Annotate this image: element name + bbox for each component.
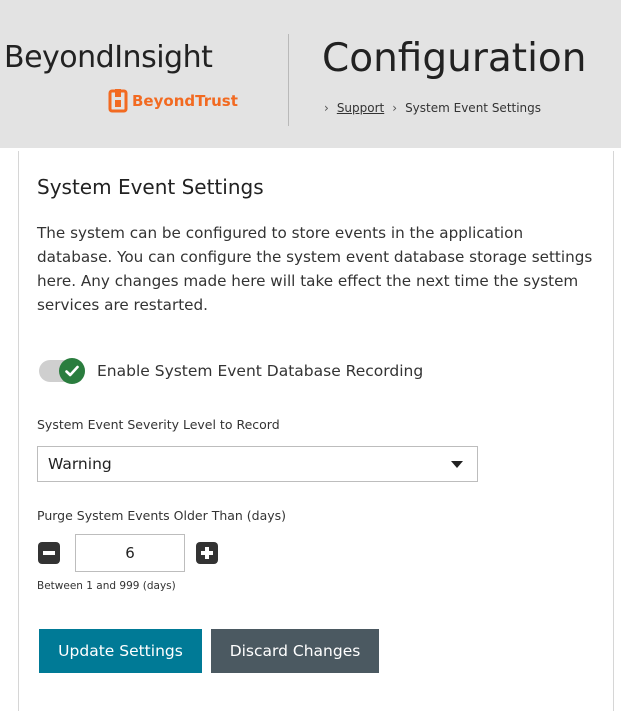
page-title: Configuration [322, 36, 587, 81]
update-settings-button[interactable]: Update Settings [39, 629, 202, 673]
settings-panel: System Event Settings The system can be … [18, 151, 614, 711]
purge-hint: Between 1 and 999 (days) [37, 580, 176, 592]
minus-icon [43, 551, 55, 555]
section-description: The system can be configured to store ev… [37, 224, 593, 314]
page-header: BeyondInsight BeyondTrust Configuration … [0, 0, 621, 148]
breadcrumb-link-support[interactable]: Support [337, 101, 384, 115]
caret-down-icon [451, 460, 463, 468]
logo-text: BeyondTrust [132, 92, 238, 110]
beyondtrust-logo: BeyondTrust [108, 89, 238, 113]
check-icon [59, 358, 85, 384]
recording-toggle[interactable] [39, 358, 85, 384]
discard-changes-button[interactable]: Discard Changes [211, 629, 379, 673]
severity-label: System Event Severity Level to Record [37, 417, 280, 432]
decrement-button[interactable] [38, 542, 60, 564]
recording-toggle-label: Enable System Event Database Recording [97, 362, 424, 380]
breadcrumb: › Support › System Event Settings [324, 101, 541, 115]
purge-days-input[interactable] [75, 534, 185, 572]
brand-title: BeyondInsight [4, 40, 213, 75]
purge-label: Purge System Events Older Than (days) [37, 508, 287, 523]
increment-button[interactable] [196, 542, 218, 564]
severity-selected-value: Warning [48, 455, 112, 473]
header-divider [288, 34, 289, 126]
severity-select[interactable]: Warning [37, 446, 478, 482]
recording-toggle-row: Enable System Event Database Recording [39, 358, 424, 384]
beyondtrust-logo-icon [108, 89, 128, 113]
breadcrumb-current: System Event Settings [405, 101, 542, 115]
section-title: System Event Settings [37, 175, 264, 199]
chevron-right-icon: › [324, 101, 329, 115]
chevron-right-icon: › [392, 101, 398, 115]
